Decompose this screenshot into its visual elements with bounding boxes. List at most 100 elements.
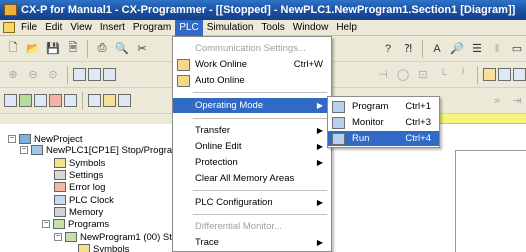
tree-node-plc[interactable]: − NewPLC1[CP1E] Stop/Program <box>20 144 178 156</box>
project-tree: − NewProject − NewPLC1[CP1E] Stop/Progra… <box>0 124 178 252</box>
menu-item-program-mode[interactable]: Program Ctrl+1 <box>328 99 439 114</box>
menu-item-differential-monitor[interactable]: Differential Monitor... <box>173 219 331 234</box>
print-icon[interactable]: ⎙ <box>93 40 111 58</box>
menu-item-auto-online[interactable]: Auto Online <box>173 73 331 88</box>
properties-icon[interactable] <box>64 94 77 107</box>
zoom-fit-icon[interactable]: ⊙ <box>44 66 62 84</box>
tree-node-program[interactable]: − NewProgram1 (00) St <box>54 231 172 243</box>
grid-icon[interactable] <box>73 68 86 81</box>
menu-item-monitor-mode[interactable]: Monitor Ctrl+3 <box>328 115 439 130</box>
submenu-arrow-icon: ▶ <box>316 198 323 207</box>
menu-file[interactable]: File <box>17 20 41 36</box>
cut-icon[interactable]: ✂ <box>133 40 151 58</box>
settings-icon <box>54 170 66 180</box>
menu-plc[interactable]: PLC <box>175 19 203 36</box>
menu-item-plc-configuration[interactable]: PLC Configuration ▶ <box>173 195 331 210</box>
replace-icon[interactable]: 🔎 <box>448 40 466 58</box>
table-icon[interactable] <box>103 68 116 81</box>
menu-item-label: Operating Mode <box>195 100 264 111</box>
cross-reference-icon[interactable] <box>88 94 101 107</box>
menu-item-label: Differential Monitor... <box>195 221 282 232</box>
tree-node-error-log[interactable]: Error log <box>54 181 105 193</box>
menu-item-online-edit[interactable]: Online Edit ▶ <box>173 139 331 154</box>
tree-node-label: NewProgram1 (00) St <box>80 231 172 243</box>
collapse-icon[interactable]: − <box>20 146 28 154</box>
tree-node-memory[interactable]: Memory <box>54 206 103 218</box>
help-icon[interactable]: ? <box>379 40 397 58</box>
vertical-line-icon[interactable]: ╵ <box>454 66 472 84</box>
menu-item-label: Transfer <box>195 125 231 136</box>
collapse-icon[interactable]: − <box>54 233 62 241</box>
print-preview-icon[interactable]: 🗎 <box>64 40 82 58</box>
context-help-icon[interactable]: ⁈ <box>399 40 417 58</box>
menu-insert[interactable]: Insert <box>96 20 129 36</box>
layout-icon[interactable]: ▭ <box>508 40 526 58</box>
menu-simulation[interactable]: Simulation <box>203 20 258 36</box>
collapse-icon[interactable]: − <box>8 135 16 143</box>
tree-node-label: Settings <box>69 169 104 181</box>
tree-node-settings[interactable]: Settings <box>54 169 103 181</box>
menu-item-label: Run <box>352 133 370 144</box>
line-icon[interactable]: └ <box>434 66 452 84</box>
align-icon[interactable]: ☰ <box>468 40 486 58</box>
global-symbols-icon[interactable] <box>118 94 131 107</box>
zoom-in-icon[interactable]: ⊕ <box>4 66 22 84</box>
menu-item-label: Work Online <box>195 59 248 70</box>
menu-edit[interactable]: Edit <box>41 20 66 36</box>
open-icon[interactable]: 📂 <box>24 40 42 58</box>
monitor-icon[interactable] <box>498 68 511 81</box>
instruction-icon[interactable]: ⊡ <box>414 66 432 84</box>
step-end-icon[interactable]: ⇥ <box>508 92 526 110</box>
transfer-icon[interactable] <box>513 68 526 81</box>
new-icon[interactable]: 🗋 <box>4 40 22 58</box>
document-icon[interactable] <box>3 22 15 33</box>
menu-item-clear-all-memory[interactable]: Clear All Memory Areas <box>173 171 331 186</box>
tree-node-plc-clock[interactable]: PLC Clock <box>54 194 114 206</box>
work-online-icon <box>177 58 190 71</box>
menu-item-label: Communication Settings... <box>195 43 306 54</box>
online-icon[interactable] <box>483 68 496 81</box>
menu-item-label: Clear All Memory Areas <box>195 173 295 184</box>
menu-separator <box>193 92 327 93</box>
contact-icon[interactable]: ⊣ <box>374 66 392 84</box>
menu-view[interactable]: View <box>66 20 96 36</box>
menu-item-run-mode[interactable]: Run Ctrl+4 <box>328 131 439 146</box>
submenu-arrow-icon: ▶ <box>316 126 323 135</box>
toolbar-separator <box>422 39 423 58</box>
menu-item-operating-mode[interactable]: Operating Mode ▶ <box>173 98 331 113</box>
watch-window-icon[interactable] <box>34 94 47 107</box>
menu-help[interactable]: Help <box>332 20 361 36</box>
project-icon <box>19 134 31 144</box>
programs-icon <box>53 219 65 229</box>
menu-tools[interactable]: Tools <box>257 20 288 36</box>
save-icon[interactable]: 💾 <box>44 40 62 58</box>
menu-window[interactable]: Window <box>289 20 333 36</box>
search-icon[interactable]: 🔍 <box>113 40 131 58</box>
menu-item-protection[interactable]: Protection ▶ <box>173 155 331 170</box>
local-symbols-icon[interactable] <box>103 94 116 107</box>
auto-online-icon <box>177 74 190 87</box>
menu-program[interactable]: Program <box>129 20 175 36</box>
zoom-out-icon[interactable]: ⊖ <box>24 66 42 84</box>
plc-clock-icon <box>54 195 66 205</box>
menu-separator <box>193 118 327 119</box>
tree-node-symbols[interactable]: Symbols <box>54 157 105 169</box>
step-forward-icon[interactable]: » <box>488 92 506 110</box>
tree-node-program-symbols[interactable]: Symbols <box>78 243 129 252</box>
address-reference-icon[interactable] <box>49 94 62 107</box>
columns-icon[interactable]: ‖ <box>488 40 506 58</box>
tree-node-label: NewPLC1[CP1E] Stop/Program <box>46 144 178 156</box>
menu-bar: File Edit View Insert Program PLC Simula… <box>0 19 526 36</box>
collapse-icon[interactable]: − <box>42 220 50 228</box>
project-window-icon[interactable] <box>4 94 17 107</box>
menu-item-transfer[interactable]: Transfer ▶ <box>173 123 331 138</box>
menu-item-trace[interactable]: Trace ▶ <box>173 235 331 250</box>
output-window-icon[interactable] <box>19 94 32 107</box>
coil-icon[interactable]: ◯ <box>394 66 412 84</box>
tree-node-programs[interactable]: − Programs <box>42 218 109 230</box>
find-icon[interactable]: A <box>428 40 446 58</box>
menu-item-work-online[interactable]: Work Online Ctrl+W <box>173 57 331 72</box>
list-icon[interactable] <box>88 68 101 81</box>
ladder-rail <box>455 150 456 252</box>
menu-item-communication-settings[interactable]: Communication Settings... <box>173 41 331 56</box>
